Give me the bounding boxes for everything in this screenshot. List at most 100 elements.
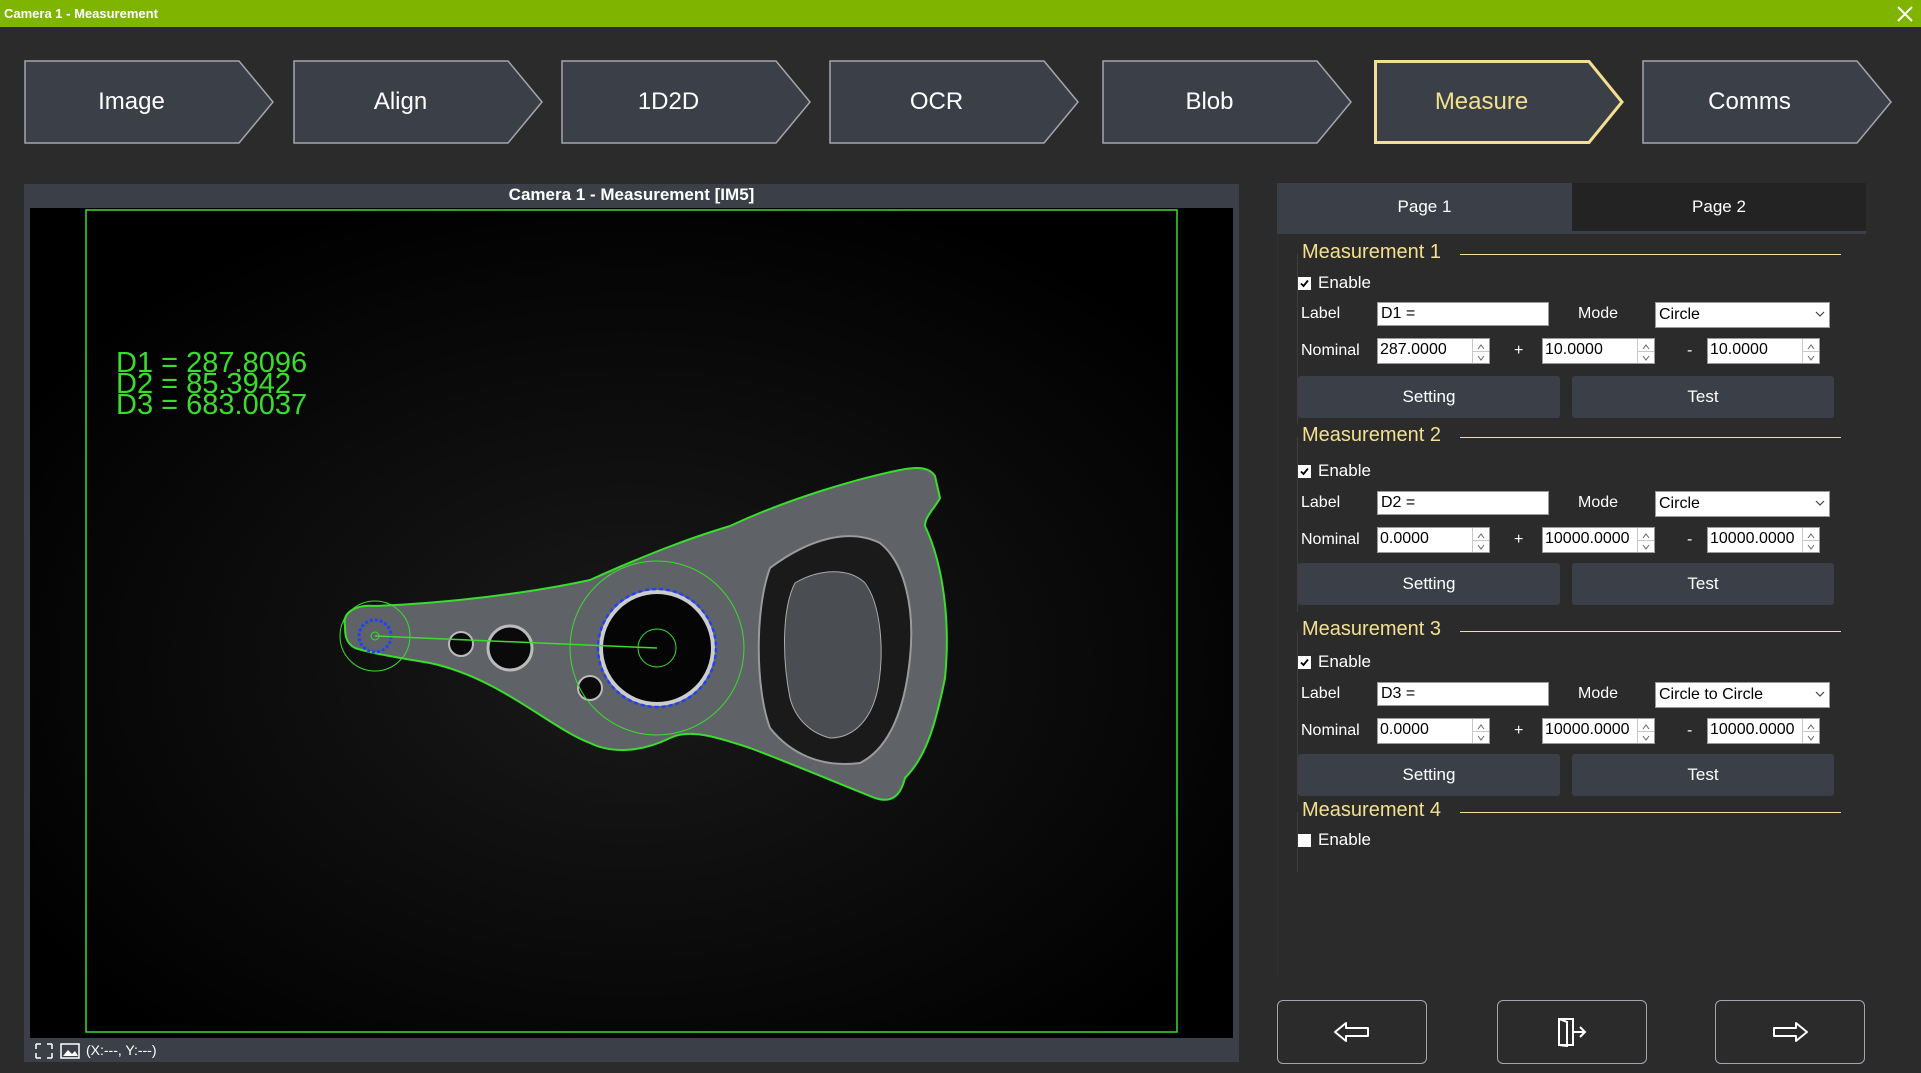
nominal-caption: Nominal (1301, 722, 1360, 739)
plus-sign: + (1514, 722, 1524, 739)
measurement-1-label-input[interactable]: D1 = (1377, 302, 1549, 326)
step-1d2d[interactable]: 1D2D (561, 60, 811, 144)
label-caption: Label (1301, 494, 1341, 511)
measurement-2-minus-tolerance-stepper[interactable]: 10000.0000 (1707, 527, 1820, 553)
arrow-left-icon (1334, 1022, 1369, 1042)
measurement-2-mode-select[interactable]: Circle (1655, 491, 1830, 517)
title-bar: Camera 1 - Measurement (0, 0, 1921, 27)
nominal-caption: Nominal (1301, 531, 1360, 548)
stepper-down[interactable] (1638, 540, 1654, 552)
step-ocr[interactable]: OCR (829, 60, 1079, 144)
step-label: Blob (1185, 88, 1234, 115)
step-comms[interactable]: Comms (1642, 60, 1892, 144)
chevron-down-icon (1815, 691, 1825, 697)
group-divider (1460, 254, 1841, 255)
tab-page-1[interactable]: Page 1 (1277, 183, 1572, 231)
enable-label: Enable (1318, 830, 1371, 849)
image-icon[interactable] (60, 1042, 80, 1060)
stepper-value: 10.0000 (1545, 341, 1603, 358)
stepper-down[interactable] (1803, 540, 1819, 552)
step-label: Image (98, 88, 165, 115)
measurement-2-nominal-stepper[interactable]: 0.0000 (1377, 527, 1490, 553)
plus-sign: + (1514, 531, 1524, 548)
measurement-3-enable-checkbox[interactable] (1298, 656, 1311, 669)
mode-caption: Mode (1578, 494, 1619, 511)
step-label: Align (373, 88, 428, 115)
stepper-down[interactable] (1473, 540, 1489, 552)
measurement-3-test-button[interactable]: Test (1572, 754, 1834, 796)
label-caption: Label (1301, 305, 1341, 322)
stepper-down[interactable] (1803, 351, 1819, 363)
stepper-down[interactable] (1638, 351, 1654, 363)
group-divider (1460, 631, 1841, 632)
step-measure[interactable]: Measure (1374, 60, 1624, 144)
step-label: 1D2D (637, 88, 700, 115)
mode-caption: Mode (1578, 685, 1619, 702)
measurement-4-title: Measurement 4 (1302, 799, 1441, 821)
stepper-value: 10000.0000 (1545, 721, 1630, 738)
stepper-down[interactable] (1473, 351, 1489, 363)
measurement-1-plus-tolerance-stepper[interactable]: 10.0000 (1542, 338, 1655, 364)
measurement-2-enable-checkbox[interactable] (1298, 465, 1311, 478)
stepper-value: 10.0000 (1710, 341, 1768, 358)
measurement-1-setting-button[interactable]: Setting (1298, 376, 1560, 418)
measurement-3-plus-tolerance-stepper[interactable]: 10000.0000 (1542, 718, 1655, 744)
group-divider (1460, 437, 1841, 438)
select-value: Circle (1659, 495, 1700, 512)
stepper-down[interactable] (1473, 731, 1489, 743)
chevron-down-icon (1815, 500, 1825, 506)
fit-view-icon[interactable] (34, 1042, 54, 1060)
step-label: OCR (909, 88, 964, 115)
measurement-3-label-input[interactable]: D3 = (1377, 682, 1549, 706)
select-value: Circle (1659, 306, 1700, 323)
exit-button[interactable] (1497, 1000, 1647, 1064)
nominal-caption: Nominal (1301, 342, 1360, 359)
measurement-2-label-input[interactable]: D2 = (1377, 491, 1549, 515)
plus-sign: + (1514, 342, 1524, 359)
measurement-3-minus-tolerance-stepper[interactable]: 10000.0000 (1707, 718, 1820, 744)
minus-sign: - (1687, 342, 1693, 359)
stepper-down[interactable] (1638, 731, 1654, 743)
measurement-1-enable-checkbox[interactable] (1298, 277, 1311, 290)
measurement-2-setting-button[interactable]: Setting (1298, 563, 1560, 605)
measurement-3-mode-select[interactable]: Circle to Circle (1655, 682, 1830, 708)
select-value: Circle to Circle (1659, 686, 1764, 703)
tab-page-2[interactable]: Page 2 (1572, 183, 1866, 231)
image-status-bar: (X:---, Y:---) (24, 1040, 1239, 1062)
minus-sign: - (1687, 531, 1693, 548)
step-align[interactable]: Align (293, 60, 543, 144)
cursor-coordinates: (X:---, Y:---) (86, 1042, 157, 1058)
measurement-2-title: Measurement 2 (1302, 424, 1441, 446)
enable-label: Enable (1318, 273, 1371, 292)
measurement-1-nominal-stepper[interactable]: 287.0000 (1377, 338, 1490, 364)
measurement-2-test-button[interactable]: Test (1572, 563, 1834, 605)
measurement-3-title: Measurement 3 (1302, 618, 1441, 640)
step-blob[interactable]: Blob (1102, 60, 1352, 144)
step-image[interactable]: Image (24, 60, 274, 144)
camera-image-view[interactable]: D1 = 287.8096 D2 = 85.3942 D3 = 683.0037 (30, 208, 1233, 1038)
minus-sign: - (1687, 722, 1693, 739)
close-icon[interactable] (1893, 2, 1917, 26)
image-panel: Camera 1 - Measurement [IM5] D1 = 287.80… (24, 184, 1239, 1062)
group-divider (1460, 812, 1841, 813)
measurement-1-test-button[interactable]: Test (1572, 376, 1834, 418)
image-panel-title: Camera 1 - Measurement [IM5] (24, 184, 1239, 206)
measurement-4-enable-checkbox[interactable] (1298, 834, 1311, 847)
measurement-3-setting-button[interactable]: Setting (1298, 754, 1560, 796)
stepper-value: 0.0000 (1380, 721, 1429, 738)
back-button[interactable] (1277, 1000, 1427, 1064)
label-caption: Label (1301, 685, 1341, 702)
measurement-1-mode-select[interactable]: Circle (1655, 302, 1830, 328)
mode-caption: Mode (1578, 305, 1619, 322)
measurement-1-minus-tolerance-stepper[interactable]: 10.0000 (1707, 338, 1820, 364)
step-label: Comms (1708, 88, 1791, 115)
enable-label: Enable (1318, 461, 1371, 480)
next-button[interactable] (1715, 1000, 1865, 1064)
measurement-2-plus-tolerance-stepper[interactable]: 10000.0000 (1542, 527, 1655, 553)
stepper-down[interactable] (1803, 731, 1819, 743)
measurement-3-nominal-stepper[interactable]: 0.0000 (1377, 718, 1490, 744)
stepper-value: 10000.0000 (1710, 721, 1795, 738)
chevron-down-icon (1815, 311, 1825, 317)
enable-label: Enable (1318, 652, 1371, 671)
stepper-value: 10000.0000 (1710, 530, 1795, 547)
